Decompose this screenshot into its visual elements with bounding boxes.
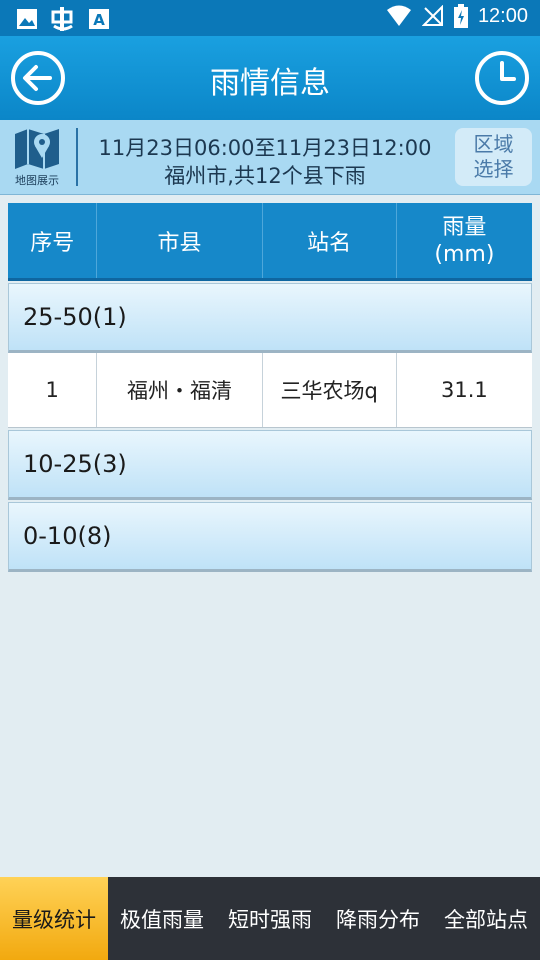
map-display-label: 地图展示 <box>15 174 59 187</box>
rain-table: 序号 市县 站名 雨量 (mm) 25-50(1) 1 福州・福清 三华农场q … <box>8 203 532 572</box>
no-signal-icon <box>421 5 443 26</box>
cell-rainfall: 31.1 <box>441 378 488 402</box>
map-display-button[interactable]: 地图展示 <box>6 126 68 190</box>
cell-county: 福州・福清 <box>97 353 263 427</box>
group-row-10-25[interactable]: 10-25(3) <box>8 430 532 500</box>
title-bar: 雨情信息 <box>0 36 540 120</box>
column-header-index: 序号 <box>8 203 98 278</box>
table-row[interactable]: 1 福州・福清 三华农场q 31.1 <box>8 353 532 428</box>
bottom-nav: 量级统计 极值雨量 短时强雨 降雨分布 全部站点 <box>0 877 540 960</box>
font-icon: A <box>89 9 109 29</box>
cell-station: 三华农场q <box>263 353 397 427</box>
tab-all-stations[interactable]: 全部站点 <box>432 877 540 960</box>
bug-icon <box>51 7 73 31</box>
cell-index: 1 <box>8 353 98 427</box>
divider <box>76 128 78 186</box>
column-header-station: 站名 <box>263 203 397 278</box>
wifi-icon <box>386 5 411 26</box>
region-button-line1: 区域 <box>473 132 514 156</box>
clock-time: 12:00 <box>477 4 528 27</box>
map-icon <box>15 129 59 169</box>
group-row-25-50[interactable]: 25-50(1) <box>8 283 532 353</box>
image-icon <box>17 9 37 29</box>
status-bar: A 12:00 <box>0 0 540 36</box>
clock-icon <box>475 51 529 105</box>
info-bar: 地图展示 11月23日06:00至11月23日12:00 福州市,共12个县下雨… <box>0 120 540 195</box>
column-header-rainfall: 雨量 (mm) <box>434 214 495 267</box>
tab-short-heavy-rain[interactable]: 短时强雨 <box>216 877 324 960</box>
summary-text: 福州市,共12个县下雨 <box>164 164 366 188</box>
time-range-text: 11月23日06:00至11月23日12:00 <box>98 136 432 160</box>
table-header: 序号 市县 站名 雨量 (mm) <box>8 203 532 281</box>
region-button-line2: 选择 <box>473 157 514 181</box>
group-row-0-10[interactable]: 0-10(8) <box>8 502 532 572</box>
column-header-county: 市县 <box>97 203 263 278</box>
tab-rain-distribution[interactable]: 降雨分布 <box>324 877 432 960</box>
svg-text:A: A <box>93 11 105 29</box>
battery-icon <box>453 4 468 28</box>
page-title: 雨情信息 <box>210 66 330 101</box>
region-select-button[interactable]: 区域 选择 <box>455 128 532 186</box>
history-button[interactable] <box>474 50 530 106</box>
tab-extreme-rainfall[interactable]: 极值雨量 <box>108 877 216 960</box>
tab-magnitude-stats[interactable]: 量级统计 <box>0 877 108 960</box>
